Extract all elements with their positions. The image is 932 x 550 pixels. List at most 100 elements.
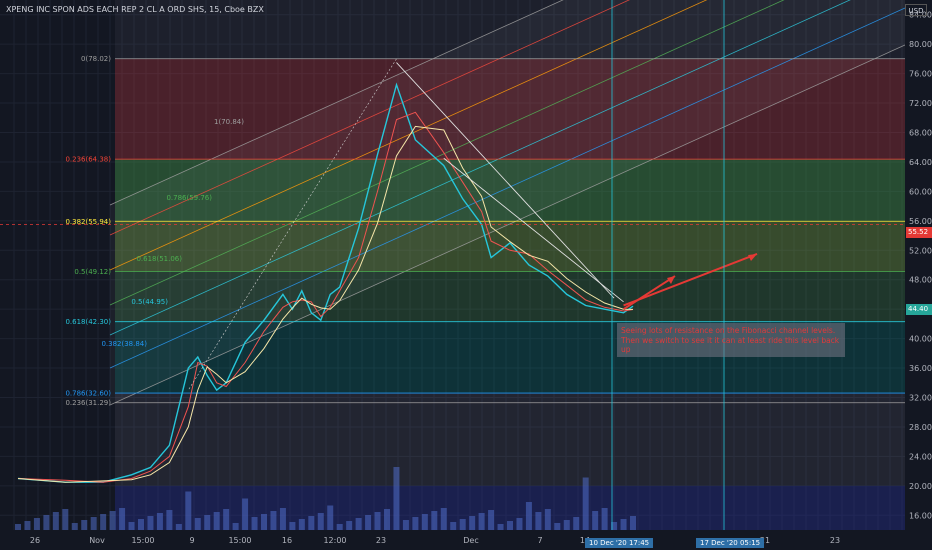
x-tick-label: Dec xyxy=(463,536,478,545)
y-tick-label: 72.00 xyxy=(909,99,932,108)
volume-bar xyxy=(355,518,362,530)
volume-bar xyxy=(317,513,324,530)
volume-bar xyxy=(459,519,466,530)
volume-bar xyxy=(469,516,476,530)
volume-bar xyxy=(213,512,220,530)
y-tick-label: 52.00 xyxy=(909,246,932,255)
volume-bar xyxy=(175,524,182,530)
volume-bar xyxy=(33,518,40,530)
volume-bar xyxy=(573,517,580,530)
y-tick-label: 16.00 xyxy=(909,511,932,520)
x-tick-label: 15:00 xyxy=(228,536,251,545)
fib-level-label: 0.786(32.60) xyxy=(65,390,111,398)
annotation-note[interactable]: Seeing lots of resistance on the Fibonac… xyxy=(617,323,845,357)
y-tick-label: 36.00 xyxy=(909,364,932,373)
x-tick-label: 16 xyxy=(282,536,292,545)
volume-bar xyxy=(251,517,258,530)
volume-bar xyxy=(450,522,457,530)
x-tick-label: 26 xyxy=(30,536,40,545)
volume-bar xyxy=(402,520,409,530)
volume-bar xyxy=(497,524,504,530)
fib-level-label: 0.236(31.29) xyxy=(65,399,111,407)
volume-bar xyxy=(554,523,561,530)
volume-bar xyxy=(147,516,154,530)
x-tick-label: Nov xyxy=(89,536,105,545)
y-tick-label: 76.00 xyxy=(909,70,932,79)
volume-bar xyxy=(393,467,400,530)
fib-channel-label: 1(70.84) xyxy=(214,118,244,126)
volume-bar xyxy=(346,521,353,530)
volume-bar xyxy=(138,519,144,530)
volume-bar xyxy=(298,519,305,530)
volume-bar xyxy=(62,509,69,530)
last-price-tag: 44.40 xyxy=(906,304,932,315)
volume-bar xyxy=(431,511,438,530)
y-tick-label: 48.00 xyxy=(909,276,932,285)
volume-bar xyxy=(620,519,627,530)
y-tick-label: 64.00 xyxy=(909,158,932,167)
cursor-date-tag-1: 10 Dec '20 17:45 xyxy=(585,538,654,548)
y-tick-label: 32.00 xyxy=(909,394,932,403)
volume-bar xyxy=(601,508,608,530)
volume-bar xyxy=(242,498,249,530)
chart[interactable]: 0(78.02)0.236(64.38)0.382(55.94)0.5(49.1… xyxy=(0,0,932,550)
volume-bar xyxy=(421,514,428,530)
volume-bar xyxy=(43,515,50,530)
volume-bar xyxy=(261,514,267,530)
volume-bar xyxy=(336,524,343,530)
volume-bar xyxy=(185,491,192,530)
volume-bar xyxy=(384,509,390,530)
fib-channel-label: 0.5(44.95) xyxy=(131,298,168,306)
volume-bar xyxy=(516,518,523,530)
x-tick-label: 15:00 xyxy=(131,536,154,545)
y-tick-label: 28.00 xyxy=(909,423,932,432)
x-tick-label: 7 xyxy=(537,536,542,545)
x-tick-label: 23 xyxy=(830,536,840,545)
x-tick-label: 23 xyxy=(376,536,386,545)
volume-bar xyxy=(507,521,513,530)
volume-bar xyxy=(327,505,334,530)
volume-bar xyxy=(52,512,59,530)
volume-bar xyxy=(128,522,135,530)
volume-bar xyxy=(412,517,419,530)
volume-bar xyxy=(156,513,163,530)
volume-bar xyxy=(166,510,173,530)
crosshair-price-tag: 55.52 xyxy=(906,227,932,238)
volume-bar xyxy=(24,521,31,530)
volume-bar xyxy=(544,509,551,530)
volume-bar xyxy=(194,518,201,530)
volume-bar xyxy=(232,523,239,530)
volume-bar xyxy=(270,511,277,530)
volume-bar xyxy=(308,516,315,530)
currency-label[interactable]: USD xyxy=(905,4,927,16)
volume-bar xyxy=(223,509,230,530)
volume-bar xyxy=(630,516,636,530)
cursor-date-tag-2: 17 Dec '20 05:15 xyxy=(696,538,765,548)
fib-band xyxy=(115,393,905,486)
volume-bar xyxy=(71,523,78,530)
volume-bar xyxy=(563,520,570,530)
fib-channel-label: 0.382(38.84) xyxy=(101,340,147,348)
volume-bar xyxy=(488,510,495,530)
volume-bar xyxy=(119,508,126,530)
volume-bar xyxy=(478,513,485,530)
volume-bar xyxy=(100,514,107,530)
chart-title: XPENG INC SPON ADS EACH REP 2 CL A ORD S… xyxy=(6,5,264,14)
y-tick-label: 20.00 xyxy=(909,482,932,491)
volume-bar xyxy=(525,502,532,530)
volume-bar xyxy=(535,512,542,530)
x-tick-label: 12:00 xyxy=(323,536,346,545)
volume-bar xyxy=(204,515,211,530)
volume-bar xyxy=(365,515,372,530)
volume-bar xyxy=(90,517,97,530)
fib-level-label: 0.5(49.12) xyxy=(74,268,111,276)
fib-level-label: 0.236(64.38) xyxy=(65,156,111,164)
volume-bar xyxy=(109,511,116,530)
y-tick-label: 40.00 xyxy=(909,335,932,344)
x-tick-label: 9 xyxy=(189,536,194,545)
fib-level-label: 0.618(42.30) xyxy=(65,318,111,326)
volume-bar xyxy=(279,508,286,530)
volume-bar xyxy=(582,477,589,530)
y-tick-label: 68.00 xyxy=(909,129,932,138)
y-tick-label: 80.00 xyxy=(909,40,932,49)
